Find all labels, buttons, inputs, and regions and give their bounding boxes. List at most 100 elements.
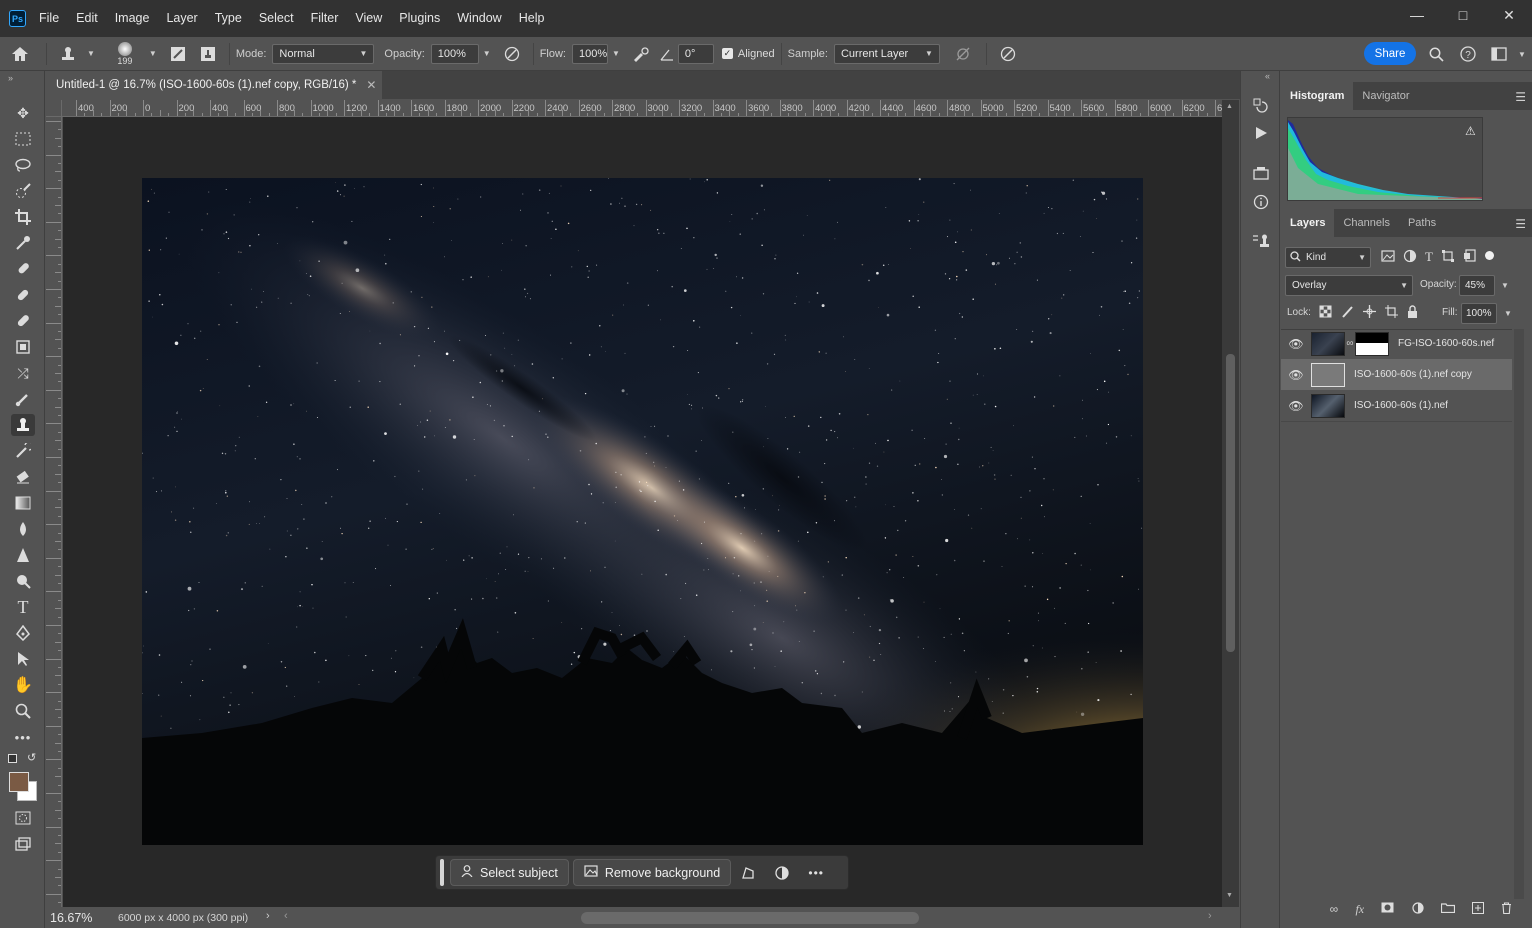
search-icon[interactable] [1426,44,1446,64]
blend-mode-dropdown[interactable]: Overlay ▼ [1285,275,1413,296]
scroll-right-icon[interactable]: › [1208,910,1212,922]
new-layer-icon[interactable] [1472,902,1485,917]
tab-document[interactable]: Untitled-1 @ 16.7% (ISO-1600-60s (1).nef… [46,71,382,99]
filter-toggle-icon[interactable] [1484,251,1494,260]
move-tool-icon[interactable]: ✥ [11,102,35,124]
pen-tool-icon[interactable] [11,622,35,644]
object-selection-tool-icon[interactable] [11,180,35,202]
minimize-icon[interactable]: — [1394,0,1440,30]
horizontal-scroll-thumb[interactable] [581,912,919,924]
content-aware-move-tool-icon[interactable] [11,336,35,358]
fx-icon[interactable]: fx [1355,902,1364,917]
layer-row[interactable]: 👁 ISO-1600-60s (1).nef copy [1281,359,1512,390]
chevron-down-icon[interactable]: ▼ [483,49,491,58]
layer-name[interactable]: ISO-1600-60s (1).nef [1354,400,1448,411]
more-tools-icon[interactable]: ••• [11,726,35,748]
libraries-panel-icon[interactable] [1249,162,1273,184]
close-tab-icon[interactable]: ✕ [366,78,376,92]
brush-size-preview[interactable]: 199 [105,41,145,66]
share-button[interactable]: Share [1364,42,1416,65]
adjustment-filter-icon[interactable] [1403,249,1417,266]
milky-way-image[interactable] [142,178,1143,845]
shape-filter-icon[interactable] [1441,249,1455,266]
healing-brush-tool-icon[interactable] [11,284,35,306]
panel-menu-icon[interactable]: ☰ [1515,90,1526,104]
collapse-toolbar-icon[interactable]: » [8,73,13,83]
chevron-down-icon[interactable]: ▼ [612,49,620,58]
ignore-adjustment-layers-icon[interactable] [946,46,980,62]
layer-mask-thumbnail[interactable] [1355,331,1389,356]
sample-dropdown[interactable]: Current Layer ▼ [833,43,940,64]
adjustment-icon[interactable] [765,859,799,886]
default-colors-icon[interactable] [8,754,17,763]
menu-edit[interactable]: Edit [67,0,106,37]
clone-stamp-preset-icon[interactable] [53,46,83,62]
opacity-field[interactable]: 100% [430,43,479,64]
lock-transparent-icon[interactable] [1319,305,1332,321]
vertical-scrollbar[interactable]: ▲ ▼ [1222,100,1239,907]
menu-select[interactable]: Select [250,0,302,37]
scroll-left-icon[interactable]: ‹ [284,910,288,922]
brush-tool-icon[interactable] [11,388,35,410]
pixel-filter-icon[interactable] [1381,249,1395,266]
layers-scrollbar[interactable] [1514,329,1524,899]
lock-position-icon[interactable] [1363,305,1376,321]
history-panel-icon[interactable] [1249,95,1273,117]
panel-menu-icon[interactable]: ☰ [1515,217,1526,231]
link-layers-icon[interactable]: ∞ [1330,902,1339,917]
tab-channels[interactable]: Channels [1334,209,1398,237]
maximize-icon[interactable]: □ [1440,0,1486,30]
spot-healing-tool-icon[interactable] [11,258,35,280]
fill-field[interactable]: 100% [1461,303,1497,324]
document-info[interactable]: 6000 px x 4000 px (300 ppi) [118,912,248,924]
zoom-level[interactable]: 16.67% [50,911,108,925]
history-brush-tool-icon[interactable] [11,440,35,462]
airbrush-icon[interactable] [626,46,656,62]
layer-row[interactable]: 👁 ISO-1600-60s (1).nef [1281,390,1512,421]
ruler-horizontal[interactable]: 400 200 0 200 400 600 800 1000 1200 1400 1600 1800 2… [62,100,1222,117]
delete-layer-icon[interactable] [1501,902,1512,917]
hand-tool-icon[interactable]: ✋ [11,674,35,696]
patch-tool-icon[interactable] [11,310,35,332]
mode-dropdown[interactable]: Normal ▼ [272,43,375,64]
menu-view[interactable]: View [346,0,390,37]
eyedropper-tool-icon[interactable] [11,232,35,254]
chevron-down-icon[interactable]: ▼ [1518,50,1526,59]
transform-icon[interactable] [731,859,765,886]
eraser-tool-icon[interactable] [11,466,35,488]
angle-field[interactable]: 0° [677,43,714,64]
layer-filter-dropdown[interactable]: Kind ▼ [1285,247,1371,268]
menu-plugins[interactable]: Plugins [390,0,448,37]
lasso-tool-icon[interactable] [11,154,35,176]
scroll-down-icon[interactable]: ▼ [1226,892,1233,899]
eye-icon[interactable]: 👁 [1281,337,1311,351]
menu-filter[interactable]: Filter [302,0,347,37]
dodge-tool-icon[interactable] [11,570,35,592]
chevron-down-icon[interactable]: ▼ [1501,281,1509,290]
clone-source-icon[interactable] [193,46,223,62]
remove-background-button[interactable]: Remove background [572,859,732,886]
brush-settings-icon[interactable] [163,46,193,62]
layer-row[interactable]: 👁 ∞ FG-ISO-1600-60s.nef [1281,328,1512,359]
taskbar-drag-handle[interactable] [440,859,444,886]
ruler-origin[interactable] [46,100,62,117]
menu-help[interactable]: Help [510,0,553,37]
menu-type[interactable]: Type [206,0,250,37]
add-mask-icon[interactable] [1381,902,1394,917]
gradient-tool-icon[interactable] [11,492,35,514]
sharpen-tool-icon[interactable] [11,544,35,566]
new-adjustment-layer-icon[interactable] [1412,902,1424,917]
more-options-icon[interactable]: ••• [799,859,833,886]
home-icon[interactable] [0,39,40,69]
help-icon[interactable]: ? [1458,44,1478,64]
zoom-tool-icon[interactable] [11,700,35,722]
pressure-opacity-icon[interactable] [497,46,527,62]
tab-paths[interactable]: Paths [1399,209,1445,237]
close-icon[interactable]: ✕ [1486,0,1532,30]
warning-icon[interactable]: ⚠ [1465,124,1476,138]
swap-colors-icon[interactable]: ↺ [27,751,36,764]
blur-tool-icon[interactable] [11,518,35,540]
screen-mode-icon[interactable] [11,833,35,855]
new-group-icon[interactable] [1440,902,1455,917]
menu-layer[interactable]: Layer [157,0,205,37]
